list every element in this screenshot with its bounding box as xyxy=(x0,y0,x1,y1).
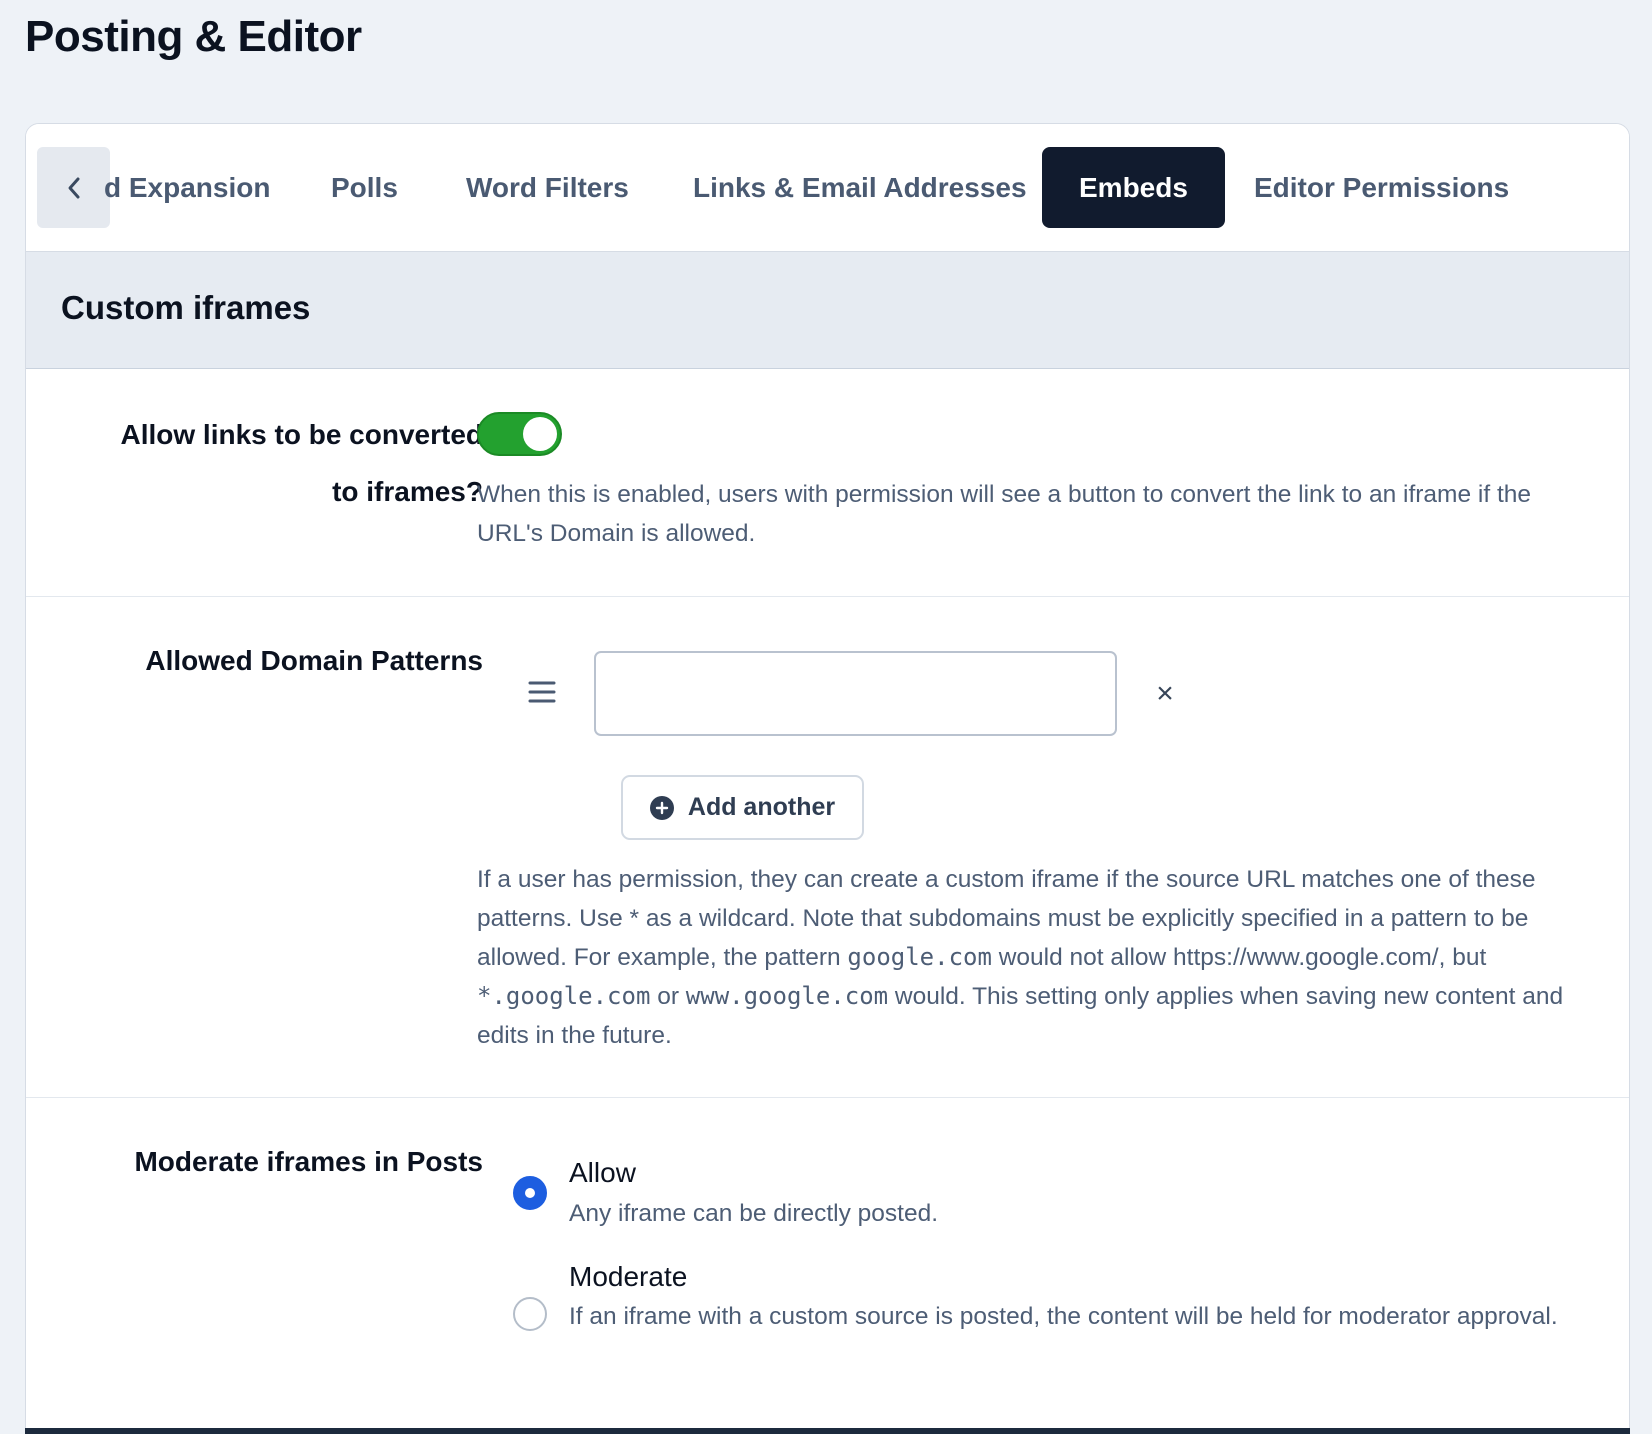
option-moderate-title: Moderate xyxy=(569,1261,688,1292)
convert-links-toggle[interactable] xyxy=(477,412,562,456)
tab-bar: d Expansion Polls Word Filters Links & E… xyxy=(26,124,1629,252)
footer-bar xyxy=(25,1428,1630,1434)
drag-handle-icon[interactable] xyxy=(527,680,557,704)
page-title: Posting & Editor xyxy=(25,12,362,61)
add-another-button[interactable]: Add another xyxy=(621,775,864,840)
domain-pattern-input[interactable] xyxy=(594,651,1117,736)
toggle-knob xyxy=(523,417,557,451)
radio-moderate[interactable] xyxy=(513,1297,547,1331)
tab-links-email-addresses[interactable]: Links & Email Addresses xyxy=(656,147,1064,228)
row-divider xyxy=(26,596,1629,597)
section-title: Custom iframes xyxy=(61,289,311,326)
tab-embeds[interactable]: Embeds xyxy=(1042,147,1225,228)
option-moderate-desc: If an iframe with a custom source is pos… xyxy=(569,1303,1558,1330)
add-another-label: Add another xyxy=(687,793,836,821)
plus-circle-icon xyxy=(649,795,674,820)
remove-pattern-button[interactable]: × xyxy=(1151,676,1179,712)
convert-links-help: When this is enabled, users with permiss… xyxy=(477,481,1532,547)
convert-links-label: Allow links to be converted to iframes? xyxy=(120,419,483,507)
tab-editor-permissions[interactable]: Editor Permissions xyxy=(1217,147,1546,228)
section-header: Custom iframes xyxy=(26,252,1629,369)
option-allow-title: Allow xyxy=(569,1157,636,1188)
tab-polls[interactable]: Polls xyxy=(294,147,435,228)
option-allow-desc: Any iframe can be directly posted. xyxy=(569,1200,939,1227)
domain-patterns-label: Allowed Domain Patterns xyxy=(145,645,483,676)
radio-allow[interactable] xyxy=(513,1176,547,1210)
moderate-iframes-label: Moderate iframes in Posts xyxy=(134,1146,483,1177)
row-divider xyxy=(26,1097,1629,1098)
tab-media-expansion[interactable]: d Expansion xyxy=(67,147,307,228)
domain-patterns-help: If a user has permission, they can creat… xyxy=(477,866,1564,1049)
tab-word-filters[interactable]: Word Filters xyxy=(429,147,666,228)
